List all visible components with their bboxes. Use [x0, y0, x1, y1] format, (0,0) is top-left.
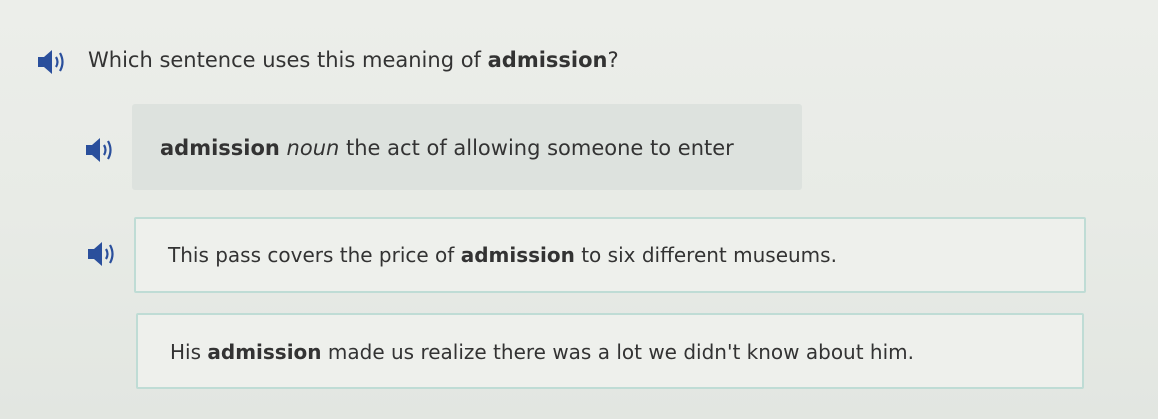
question-speaker-icon[interactable] — [36, 48, 68, 76]
definition-text: admission noun the act of allowing someo… — [160, 136, 734, 160]
choice-1-speaker-icon[interactable] — [86, 240, 118, 268]
question-text: Which sentence uses this meaning of admi… — [88, 48, 619, 72]
choice-2-text: His admission made us realize there was … — [170, 340, 915, 364]
definition-speaker-icon[interactable] — [84, 136, 116, 164]
choice-1-text: This pass covers the price of admission … — [168, 243, 837, 267]
